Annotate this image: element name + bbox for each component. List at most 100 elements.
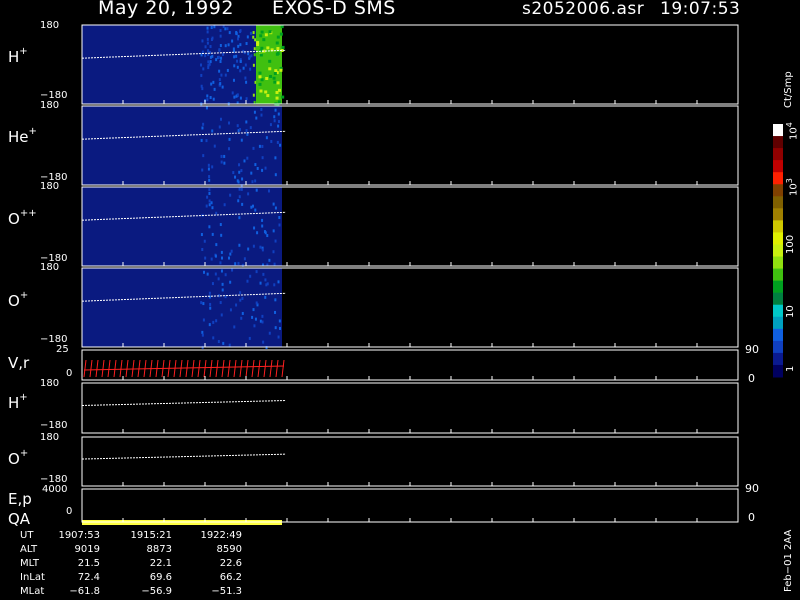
panel-label-sup: + — [19, 448, 29, 459]
spectrogram-pixel — [264, 90, 268, 94]
spectrogram-pixel — [206, 30, 209, 34]
spectrogram-pixel — [263, 230, 266, 234]
spectrogram-pixel — [253, 110, 256, 114]
colorbar-cell — [773, 196, 783, 209]
spectrogram-pixel — [273, 72, 277, 76]
right-axis-tick-label: 0 — [748, 372, 755, 385]
spectrogram-pixel — [279, 326, 282, 330]
spectrogram-pixel — [251, 180, 254, 184]
spectrogram-pixel — [221, 288, 224, 292]
panel-label-sup: ++ — [19, 208, 37, 219]
spectrogram-pixel — [209, 306, 212, 310]
spectrogram-pixel — [274, 239, 277, 243]
spectrogram-pixel — [268, 59, 272, 63]
colorbar-cell — [773, 340, 783, 354]
spectrogram-pixel — [245, 42, 248, 46]
axis-tick-label: 180 — [40, 432, 60, 443]
spectrogram-pixel — [214, 254, 217, 258]
colorbar-cell — [773, 328, 783, 342]
spectrogram-pixel — [211, 54, 214, 58]
spectrogram-pixel — [228, 343, 231, 347]
spectrogram-pixel — [229, 280, 232, 284]
spectrogram-pixel — [272, 250, 275, 254]
spectrogram-pixel — [220, 160, 223, 164]
spectrogram-pixel — [277, 88, 281, 92]
spectrogram-pixel — [278, 319, 281, 323]
spectrogram-pixel — [261, 156, 264, 160]
spectrogram-pixel — [251, 315, 254, 319]
spectrogram-pixel — [226, 27, 229, 31]
panel-label: He+ — [8, 126, 37, 146]
spectrogram-pixel — [208, 188, 211, 192]
spectrogram-pixel — [231, 39, 234, 43]
spectrogram-pixel — [253, 100, 256, 104]
panel-label-sup: + — [19, 46, 28, 57]
spectrogram-pixel — [206, 195, 209, 199]
spectrogram-pixel — [268, 331, 271, 335]
spectrogram-pixel — [209, 45, 212, 49]
spectrogram-pixel — [245, 120, 248, 124]
spectrogram-pixel — [227, 147, 230, 151]
panel-label-main: QA — [8, 510, 31, 528]
colorbar-tick-base: 100 — [785, 234, 796, 254]
spectrogram-pixel — [201, 168, 204, 172]
spectrogram-pixel — [228, 256, 231, 260]
spectrogram-pixel — [260, 113, 263, 117]
spectrogram-pixel — [215, 319, 218, 323]
panel-label-main: H — [8, 48, 20, 66]
spectrogram-pixel — [211, 165, 214, 169]
axis-tick-label: 180 — [40, 20, 60, 31]
spectrogram-pixel — [220, 233, 223, 237]
spectrogram-pixel — [219, 117, 222, 121]
spectrogram-pixel — [200, 233, 203, 237]
panel-label-sup: + — [19, 290, 29, 301]
spectrogram-pixel — [212, 80, 215, 84]
spectrogram-pixel — [277, 120, 280, 124]
spectrogram-pixel — [239, 128, 242, 132]
panel-label-sup: + — [28, 126, 37, 137]
spectrogram-pixel — [208, 178, 211, 182]
colorbar-cell — [773, 232, 783, 245]
spectrogram-pixel — [269, 74, 273, 78]
colorbar-cell — [773, 268, 783, 282]
spectrogram-pixel — [277, 100, 281, 104]
spectrogram-pixel — [251, 204, 254, 208]
spectrogram-pixel — [206, 37, 209, 41]
spectrogram-pixel — [244, 63, 247, 67]
spectrogram-pixel — [264, 295, 267, 299]
spectrogram-pixel — [204, 54, 207, 58]
spectrogram-pixel — [207, 163, 210, 167]
panel-label-main: O — [8, 450, 20, 468]
axis-tick-label: 0 — [66, 506, 73, 517]
spectrogram-pixel — [254, 208, 257, 212]
spectrogram-pixel — [258, 75, 262, 79]
ephemeris-value: 8873 — [146, 544, 172, 555]
spectrogram-pixel — [219, 261, 222, 265]
spectrogram-pixel — [239, 60, 242, 64]
colorbar-tick-exponent: 4 — [785, 122, 794, 128]
spectrogram-pixel — [209, 96, 212, 100]
spectrogram-fill — [82, 25, 282, 104]
spectrogram-pixel — [261, 248, 264, 252]
spectrogram-pixel — [238, 170, 241, 174]
spectrogram-pixel — [249, 67, 252, 71]
spectrogram-pixel — [209, 302, 212, 306]
spectrogram-pixel — [238, 195, 241, 199]
spectrogram-pixel — [266, 46, 270, 50]
colorbar-cell — [773, 160, 783, 173]
ephemeris-label: MLT — [20, 558, 39, 569]
spectrogram-pixel — [219, 301, 222, 305]
spectrogram-pixel — [220, 73, 223, 77]
spectrogram-pixel — [210, 201, 213, 205]
spectrogram-pixel — [252, 308, 255, 312]
spectrogram-pixel — [258, 144, 261, 148]
ephemeris-row: UT 1907:53 1915:21 1922:49 — [0, 530, 340, 542]
spectrogram-pixel — [221, 256, 224, 260]
spectrogram-pixel — [279, 68, 283, 72]
colorbar-cell — [773, 364, 783, 378]
spectrogram-pixel — [231, 268, 234, 272]
spectrogram-pixel — [219, 34, 222, 38]
spectrogram-pixel — [261, 224, 264, 228]
spectrogram-pixel — [267, 189, 270, 193]
spectrogram-pixel — [264, 166, 267, 170]
